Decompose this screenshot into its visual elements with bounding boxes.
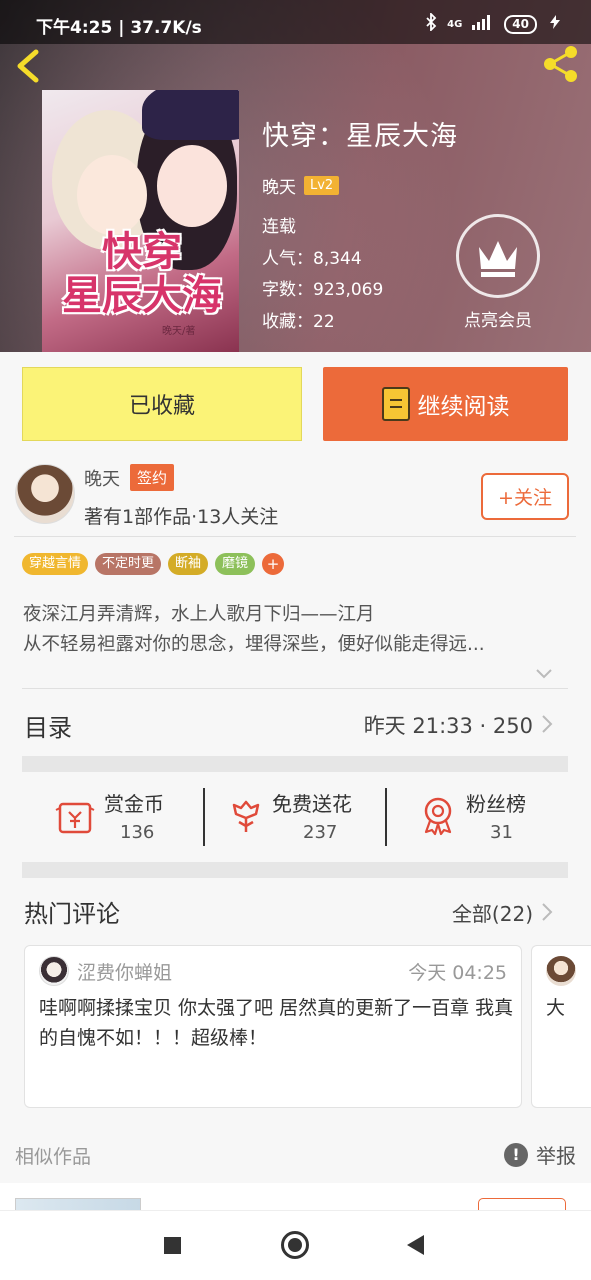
book-cover[interactable]: 快穿 星辰大海 晚天/著 xyxy=(42,90,239,352)
status-icons: 4G 40 xyxy=(425,11,563,35)
tag-chip[interactable]: 断袖 xyxy=(168,553,209,575)
system-nav-bar xyxy=(0,1210,591,1280)
book-icon xyxy=(381,387,410,421)
description-line: 从不轻易袒露对你的思念，埋得深些，便好似能走得远... xyxy=(23,634,485,655)
report-label: 举报 xyxy=(536,1144,576,1168)
catalog-latest-update: 昨天 21:33 · 250 xyxy=(363,714,533,738)
reward-label: 粉丝榜 xyxy=(466,792,526,816)
author-level-badge: Lv2 xyxy=(304,176,340,195)
book-author[interactable]: 晚天 xyxy=(262,173,296,198)
network-label: 4G xyxy=(447,18,463,30)
tag-chip[interactable]: 不定时更 xyxy=(95,553,162,575)
back-icon[interactable] xyxy=(14,48,44,84)
continue-reading-label: 继续阅读 xyxy=(417,394,510,420)
flower-icon xyxy=(229,796,263,840)
home-icon[interactable] xyxy=(281,1231,309,1259)
commenter-avatar[interactable] xyxy=(546,956,576,986)
commenter-avatar[interactable] xyxy=(39,956,69,986)
description-line: 夜深江月弄清辉，水上人歌月下归——江月 xyxy=(23,604,375,625)
comments-title: 热门评论 xyxy=(24,900,120,928)
book-collections: 收藏：22 xyxy=(262,311,335,332)
share-icon[interactable] xyxy=(541,44,581,84)
author-section: 晚天 签约 著有1部作品·13人关注 +关注 xyxy=(0,456,591,536)
tag-list: 穿越言情 不定时更 断袖 磨镜 + xyxy=(22,553,285,575)
cover-title-line1: 快穿 xyxy=(102,228,182,275)
send-flower-button[interactable]: 免费送花 237 xyxy=(227,782,387,848)
action-buttons: 已收藏 继续阅读 xyxy=(22,367,568,441)
red-envelope-icon xyxy=(54,796,96,840)
crown-icon xyxy=(456,214,540,298)
book-author-row: 晚天 Lv2 xyxy=(262,173,458,198)
comments-all: 全部(22) xyxy=(451,902,533,926)
follow-button[interactable]: +关注 xyxy=(481,473,569,520)
signal-icon xyxy=(472,14,494,34)
book-title: 快穿：星辰大海 xyxy=(262,121,458,152)
cover-art-face-right xyxy=(157,145,227,227)
back-triangle-icon[interactable] xyxy=(407,1235,424,1255)
author-name-row: 晚天 签约 xyxy=(84,464,175,491)
section-separator xyxy=(22,862,568,878)
bluetooth-icon xyxy=(425,11,437,35)
divider xyxy=(203,788,205,846)
cover-author: 晚天/著 xyxy=(162,326,196,337)
book-header: 下午4:25 | 37.7K/s 4G 40 快穿 星辰大海 晚天/著 快穿：星… xyxy=(0,0,591,352)
recent-apps-icon[interactable] xyxy=(164,1237,181,1254)
author-name[interactable]: 晚天 xyxy=(84,465,120,491)
book-word-count: 字数：923,069 xyxy=(262,280,384,300)
commenter-name[interactable]: 涩费你蝉姐 xyxy=(77,958,172,985)
signed-badge: 签约 xyxy=(130,464,175,491)
reward-label: 赏金币 xyxy=(104,792,164,816)
author-stats: 著有1部作品·13人关注 xyxy=(84,506,279,528)
rewards-row: 赏金币 136 免费送花 237 粉丝榜 31 xyxy=(22,782,568,848)
chevron-right-icon xyxy=(540,714,554,734)
charging-icon xyxy=(547,14,563,34)
divider xyxy=(385,788,387,846)
reward-label: 免费送花 xyxy=(272,792,352,816)
catalog-row[interactable]: 目录 昨天 21:33 · 250 xyxy=(0,690,591,756)
book-meta: 连载 人气：8,344 字数：923,069 收藏：22 xyxy=(262,212,458,338)
battery-icon: 40 xyxy=(504,14,537,34)
comment-card[interactable]: 涩费你蝉姐 今天 04:25 哇啊啊揉揉宝贝 你太强了吧 居然真的更新了一百章 … xyxy=(24,945,522,1108)
status-bar: 下午4:25 | 37.7K/s 4G 40 xyxy=(0,0,591,44)
chevron-right-icon xyxy=(540,902,554,922)
cover-title-line2: 星辰大海 xyxy=(62,272,222,319)
more-tags-button[interactable]: + xyxy=(262,553,285,575)
continue-reading-button[interactable]: 继续阅读 xyxy=(323,367,568,441)
catalog-title: 目录 xyxy=(24,714,72,742)
reward-count: 31 xyxy=(490,822,513,843)
section-separator xyxy=(22,756,568,772)
similar-works-list xyxy=(0,1183,591,1218)
author-avatar[interactable] xyxy=(15,464,75,524)
comment-card[interactable]: 大 xyxy=(531,945,591,1108)
comment-time: 今天 04:25 xyxy=(408,962,507,984)
collected-button[interactable]: 已收藏 xyxy=(22,367,302,441)
tag-chip[interactable]: 穿越言情 xyxy=(22,553,89,575)
medal-icon xyxy=(420,796,456,840)
fan-ranking-button[interactable]: 粉丝榜 31 xyxy=(420,782,568,848)
book-info: 快穿：星辰大海 晚天 Lv2 连载 人气：8,344 字数：923,069 收藏… xyxy=(262,114,458,338)
cover-art-face-left xyxy=(77,155,147,235)
book-status: 连载 xyxy=(262,217,296,237)
status-time: 下午4:25 | 37.7K/s xyxy=(36,18,202,38)
expand-chevron-icon[interactable] xyxy=(536,666,552,682)
exclamation-icon: ! xyxy=(504,1142,528,1167)
divider xyxy=(14,536,576,537)
vip-button[interactable]: 点亮会员 xyxy=(454,214,542,331)
report-button[interactable]: ! 举报 xyxy=(504,1140,576,1169)
cover-title: 快穿 星辰大海 xyxy=(52,230,232,318)
similar-works-title: 相似作品 xyxy=(15,1146,92,1168)
reward-coin-button[interactable]: 赏金币 136 xyxy=(52,782,212,848)
comments-header[interactable]: 热门评论 全部(22) xyxy=(0,880,591,940)
cover-art-hat xyxy=(142,90,239,140)
tag-chip[interactable]: 磨镜 xyxy=(215,553,256,575)
book-description[interactable]: 夜深江月弄清辉，水上人歌月下归——江月 从不轻易袒露对你的思念，埋得深些，便好似… xyxy=(23,600,568,660)
comment-text: 大 xyxy=(546,997,566,1019)
book-popularity: 人气：8,344 xyxy=(262,248,362,269)
vip-label: 点亮会员 xyxy=(464,311,532,331)
divider xyxy=(22,688,568,689)
comment-text: 哇啊啊揉揉宝贝 你太强了吧 居然真的更新了一百章 我真的自愧不如！！！超级棒！ xyxy=(39,997,514,1049)
